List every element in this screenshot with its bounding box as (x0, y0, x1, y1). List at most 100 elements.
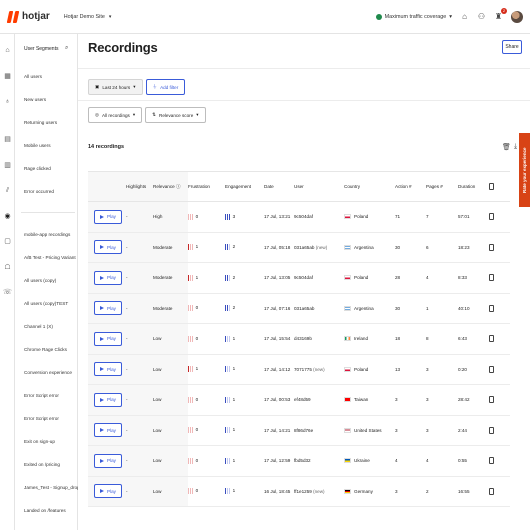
user-cell[interactable]: 9c504daf (294, 201, 344, 233)
play-button[interactable]: Play (94, 484, 122, 499)
time-range-filter[interactable]: ▣ Last 24 hours ▾ (88, 79, 143, 95)
hotjar-logo-icon (7, 11, 19, 23)
trash-icon[interactable]: 🗑︎ (502, 143, 511, 151)
search-icon[interactable]: ⌕ (65, 45, 68, 52)
segment-item[interactable]: Error Script error (24, 416, 59, 421)
segment-item[interactable]: James_Test - Signup_dropoff (24, 485, 85, 490)
duration-cell: 18:23 (458, 232, 489, 263)
user-cell[interactable]: d43169b (294, 323, 344, 355)
segment-item[interactable]: Landed on /features (24, 508, 66, 513)
play-button[interactable]: Play (94, 423, 122, 438)
home-icon[interactable]: ⌂ (3, 46, 12, 55)
share-button[interactable]: Share (502, 40, 522, 54)
country-name: Ireland (354, 336, 369, 342)
segment-item[interactable]: Rage clicked (24, 166, 51, 171)
help-icon[interactable]: ⚇ (477, 12, 486, 21)
col-date[interactable]: Date (264, 171, 294, 202)
play-cell: Play (88, 476, 126, 507)
play-button[interactable]: Play (94, 240, 122, 255)
col-engagement[interactable]: Engagement (225, 171, 264, 202)
col-relevance[interactable]: Relevance ⓘ (153, 171, 188, 202)
actions-cell: 3 (395, 476, 426, 507)
play-button[interactable]: Play (94, 301, 122, 316)
play-button[interactable]: Play (94, 270, 122, 285)
surveys-icon[interactable]: ▢ (3, 237, 12, 246)
play-button[interactable]: Play (94, 209, 122, 224)
segment-item[interactable]: Error Script error (24, 393, 59, 398)
user-cell[interactable]: ef48d59 (294, 384, 344, 416)
user-cell[interactable]: 031a65ab (294, 293, 344, 324)
recordings-type-select[interactable]: ◎ All recordings ▾ (88, 107, 143, 123)
country-name: Argentina (354, 305, 374, 311)
integrations-icon[interactable]: ⌂ (460, 12, 469, 21)
actions-cell: 28 (395, 262, 426, 294)
play-button[interactable]: Play (94, 392, 122, 407)
highlights-cell: - (126, 354, 153, 385)
play-button[interactable]: Play (94, 362, 122, 377)
table-row[interactable]: Play - Low 0 1 17 Jul, 00:53 ef48d59 Taiwan 3 3 2… (88, 384, 510, 416)
segment-item[interactable]: All users (24, 74, 42, 79)
user-cell[interactable]: 9c504daf (294, 262, 344, 294)
frustration-value: 0 (195, 305, 199, 311)
pages-cell: 3 (426, 384, 458, 416)
table-row[interactable]: Play - Moderate 0 2 17 Jul, 07:16 031a65ab Arg… (88, 293, 510, 324)
recordings-icon[interactable]: ◉ (3, 212, 12, 221)
user-id: 031a65ab (294, 244, 315, 250)
dashboard-icon[interactable]: ▦ (3, 72, 12, 81)
add-filter-button[interactable]: ⏚ Add filter (145, 79, 186, 95)
user-cell[interactable]: 031a65ab (new) (294, 232, 344, 263)
segment-item[interactable]: Channel 1 (X) (24, 324, 53, 329)
col-pages[interactable]: Pages # (426, 171, 458, 202)
col-country[interactable]: Country (344, 171, 395, 202)
user-cell[interactable]: 8f86d76e (294, 415, 344, 446)
col-duration[interactable]: Duration (458, 171, 489, 202)
segment-item[interactable]: mobile-app recordings (24, 232, 70, 237)
segment-item[interactable]: Mobile users (24, 143, 51, 148)
recordings-table: Highlights Relevance ⓘ Frustration Engag… (88, 171, 510, 507)
recordings-count: 14 recordings (88, 144, 125, 150)
table-row[interactable]: Play - Low 0 1 17 Jul, 14:21 8f86d76e United S… (88, 415, 510, 446)
col-user[interactable]: User (294, 171, 344, 202)
country-name: Taiwan (354, 397, 369, 403)
segment-item[interactable]: A/B Test - Pricing Variant (24, 255, 76, 260)
segment-item[interactable]: Exit on sign-up (24, 439, 55, 444)
rate-experience-tab[interactable]: Rate your experience (519, 133, 530, 207)
play-button[interactable]: Play (94, 331, 122, 346)
col-highlights[interactable]: Highlights (126, 171, 153, 202)
table-row[interactable]: Play - Low 1 1 17 Jul, 14:12 7071775 (new) Pola… (88, 354, 510, 385)
table-row[interactable]: Play - High 0 3 17 Jul, 13:21 9c504daf Poland 7… (88, 201, 510, 233)
segment-item[interactable]: All users (copy)TEST (24, 301, 68, 306)
segment-item[interactable]: Error occurred (24, 189, 54, 194)
sort-select[interactable]: ⇅ Relevance score ▾ (145, 107, 206, 123)
table-row[interactable]: Play - Low 0 1 17 Jul, 15:54 d43169b Ireland 18… (88, 323, 510, 355)
table-row[interactable]: Play - Moderate 1 2 17 Jul, 05:18 031a65ab (ne… (88, 232, 510, 263)
segment-item[interactable]: Chrome Rage Clicks (24, 347, 67, 352)
segment-item[interactable]: Exited on /pricing (24, 462, 60, 467)
funnels-icon[interactable]: ▥ (3, 161, 12, 170)
insights-icon[interactable]: ♁ (3, 97, 12, 106)
heatmaps-icon[interactable]: ▤ (3, 135, 12, 144)
play-button[interactable]: Play (94, 453, 122, 468)
table-row[interactable]: Play - Moderate 1 2 17 Jul, 13:05 9c504daf Pol… (88, 262, 510, 294)
interviews-icon[interactable]: ☏ (3, 288, 12, 297)
user-cell[interactable]: ff1e1259 (new) (294, 476, 344, 507)
site-selector[interactable]: Hotjar Demo Site ▾ (64, 14, 112, 20)
download-icon[interactable]: ⤓ (514, 143, 517, 151)
segment-item[interactable]: Conversion experience (24, 370, 72, 375)
col-frustration[interactable]: Frustration (188, 171, 225, 202)
trends-icon[interactable]: ⫽ (3, 186, 12, 195)
segment-item[interactable]: Returning users (24, 120, 57, 125)
table-row[interactable]: Play - Low 0 1 17 Jul, 12:59 fbd5d32 Ukraine 4 4… (88, 445, 510, 477)
traffic-coverage-selector[interactable]: Maximum traffic coverage ▾ (375, 13, 452, 20)
feedback-icon[interactable]: ☖ (3, 263, 12, 272)
col-actions[interactable]: Action # (395, 171, 426, 202)
avatar[interactable] (511, 10, 523, 23)
user-cell[interactable]: fbd5d32 (294, 445, 344, 477)
hotjar-logo[interactable]: hotjar (7, 11, 50, 23)
segment-item[interactable]: All users (copy) (24, 278, 56, 283)
notifications-icon[interactable]: ♜ 2 (494, 8, 507, 21)
user-cell[interactable]: 7071775 (new) (294, 354, 344, 385)
col-device[interactable] (489, 171, 510, 202)
segment-item[interactable]: New users (24, 97, 46, 102)
table-row[interactable]: Play - Low 0 1 16 Jul, 18:45 ff1e1259 (new) Ger… (88, 476, 510, 507)
